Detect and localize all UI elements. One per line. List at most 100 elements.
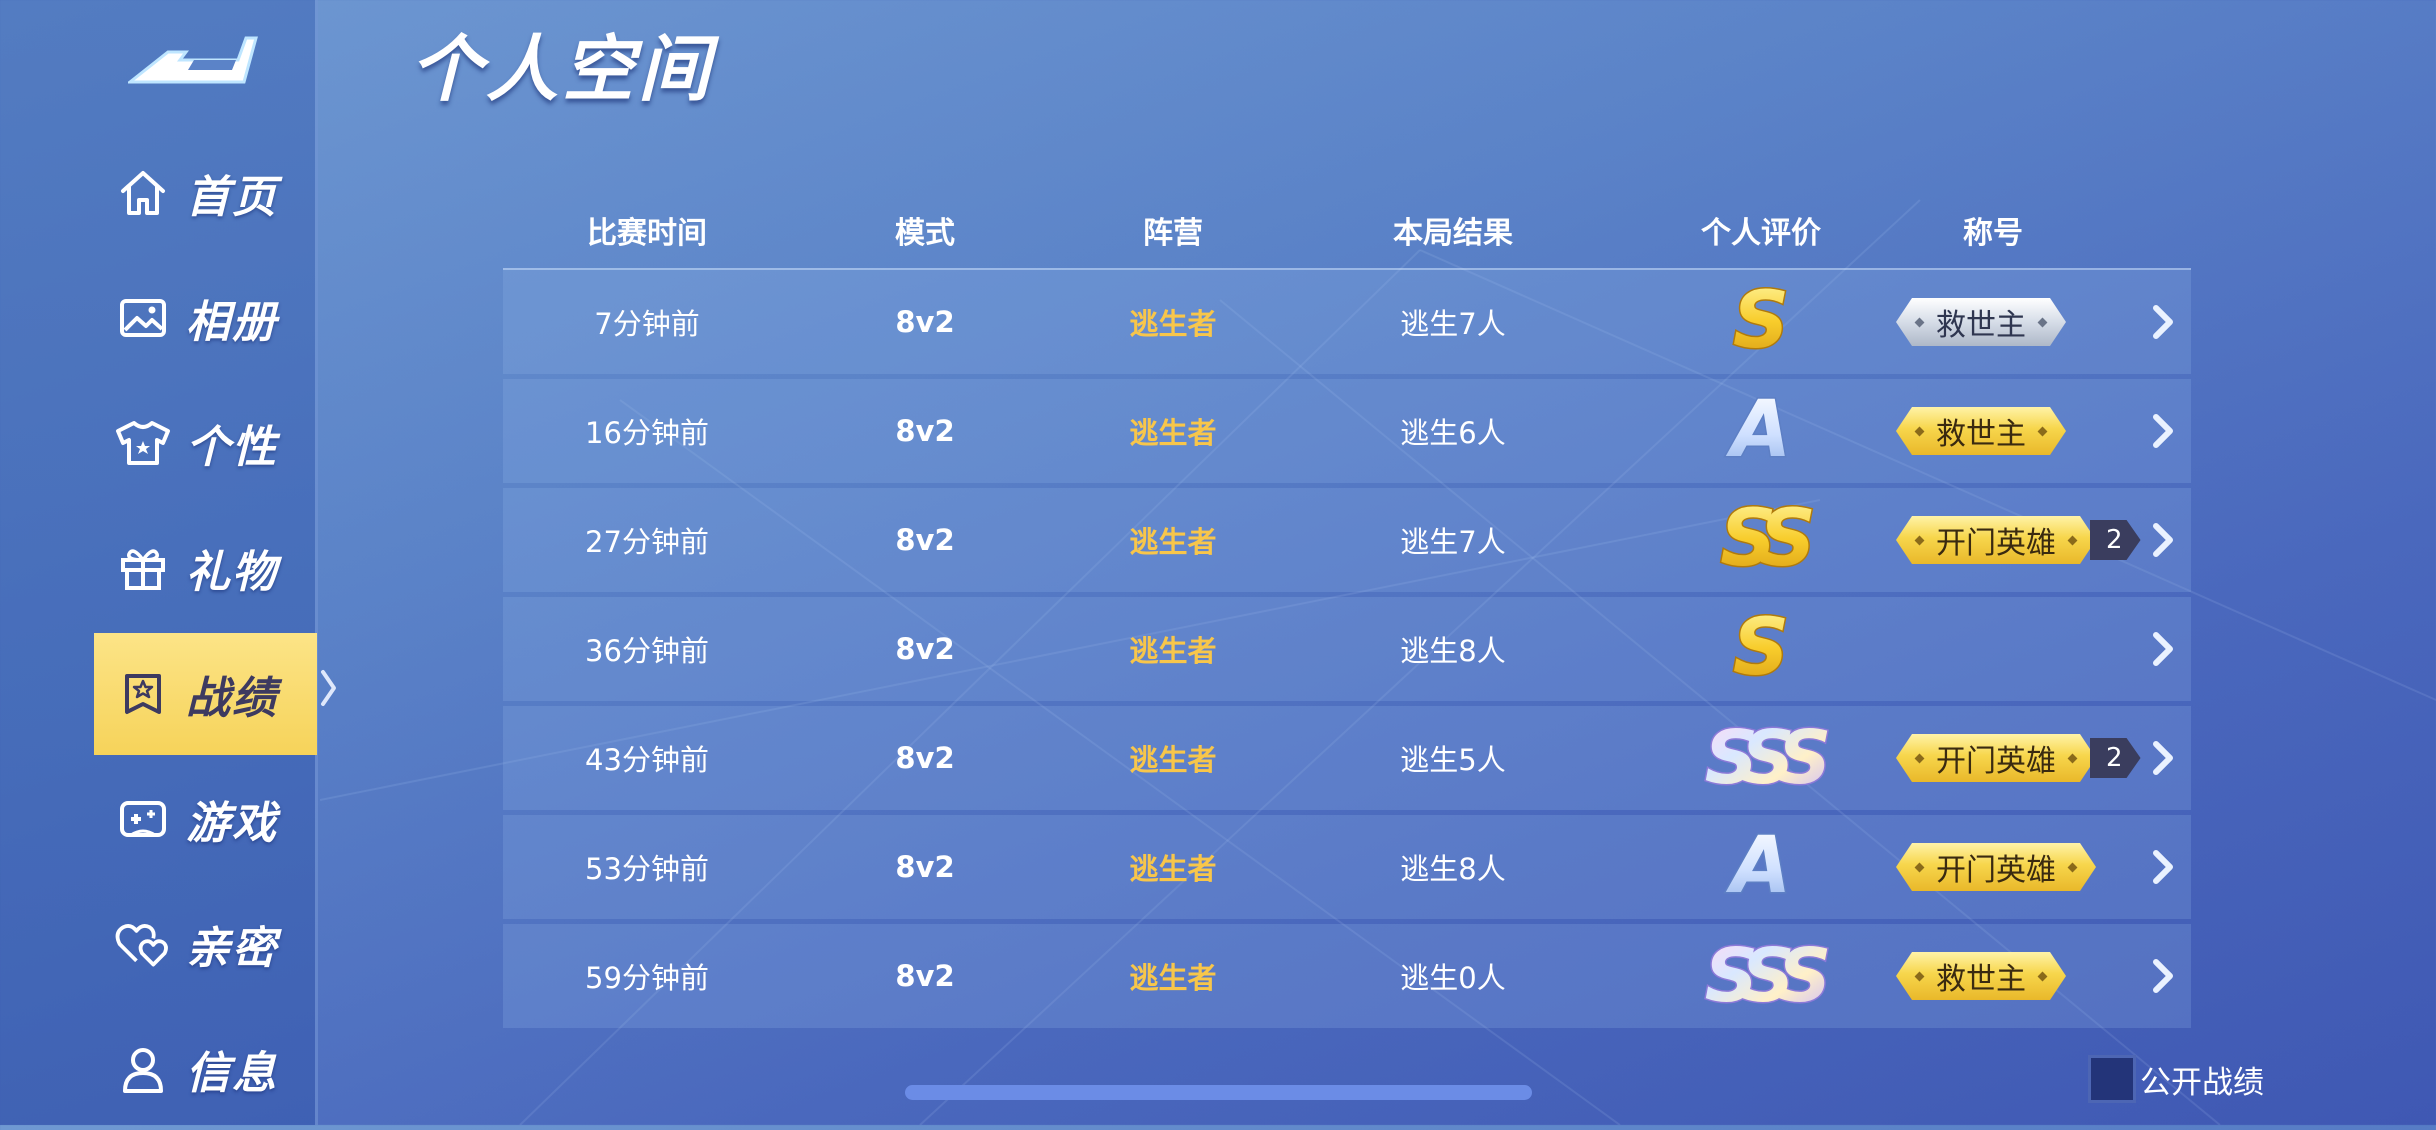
- title-badge: 救世主: [1896, 951, 2066, 1001]
- rating-grade-icon: S: [1721, 275, 1801, 369]
- rating-grade-icon: SSS: [1666, 929, 1856, 1023]
- public-records-toggle[interactable]: 公开战绩: [2088, 1055, 2264, 1103]
- title-badge-label: 救世主: [1896, 407, 2066, 455]
- rating-grade-icon: S: [1721, 602, 1801, 696]
- badge-star-icon: [114, 665, 172, 723]
- public-records-checkbox[interactable]: [2088, 1055, 2136, 1103]
- chevron-right-icon[interactable]: [2148, 302, 2178, 342]
- match-camp: 逃生者: [1129, 525, 1217, 559]
- gamepad-icon: [114, 790, 172, 848]
- table-row[interactable]: 53分钟前 8v2 逃生者 逃生8人 A 开门英雄: [503, 815, 2191, 919]
- table-row[interactable]: 7分钟前 8v2 逃生者 逃生7人 S 救世主: [503, 270, 2191, 374]
- sidebar-item-gift[interactable]: 礼物: [94, 507, 317, 629]
- sidebar-item-records[interactable]: 战绩: [94, 633, 317, 755]
- match-result: 逃生8人: [1400, 634, 1506, 668]
- title-badge: 救世主: [1896, 406, 2066, 456]
- sidebar-item-label: 信息: [186, 1048, 278, 1099]
- sidebar-item-label: 游戏: [186, 798, 278, 849]
- title-badge: 救世主: [1896, 297, 2066, 347]
- chevron-right-icon[interactable]: [2148, 629, 2178, 669]
- match-mode: 8v2: [895, 741, 955, 775]
- match-result: 逃生6人: [1400, 416, 1506, 450]
- chevron-right-icon[interactable]: [2148, 520, 2178, 560]
- title-badge-count: 2: [2090, 520, 2141, 560]
- table-row[interactable]: 43分钟前 8v2 逃生者 逃生5人 SSS 开门英雄 2: [503, 706, 2191, 810]
- rating-grade-icon: A: [1721, 820, 1801, 914]
- sidebar: 首页 相册 个性 礼物 战绩 游戏 亲密 信息: [0, 0, 318, 1125]
- match-camp: 逃生者: [1129, 852, 1217, 886]
- match-camp: 逃生者: [1129, 961, 1217, 995]
- match-time: 59分钟前: [585, 961, 709, 995]
- table-row[interactable]: 27分钟前 8v2 逃生者 逃生7人 SS 开门英雄 2: [503, 488, 2191, 592]
- title-badge-label: 开门英雄: [1896, 516, 2096, 564]
- sidebar-item-home[interactable]: 首页: [94, 132, 317, 254]
- title-badge: 开门英雄: [1896, 842, 2096, 892]
- match-records-table: 比赛时间 模式 阵营 本局结果 个人评价 称号 7分钟前 8v2 逃生者 逃生7…: [503, 190, 2191, 1028]
- sidebar-item-label: 相册: [186, 297, 278, 348]
- match-mode: 8v2: [895, 414, 955, 448]
- header-result: 本局结果: [1393, 216, 1513, 251]
- match-time: 36分钟前: [585, 634, 709, 668]
- match-result: 逃生5人: [1400, 743, 1506, 777]
- match-result: 逃生0人: [1400, 961, 1506, 995]
- horizontal-scrollbar[interactable]: [905, 1085, 1532, 1100]
- match-result: 逃生7人: [1400, 307, 1506, 341]
- chevron-right-icon[interactable]: [2148, 411, 2178, 451]
- sidebar-item-label: 亲密: [186, 923, 278, 974]
- match-result: 逃生7人: [1400, 525, 1506, 559]
- title-badge: 开门英雄 2: [1896, 515, 2141, 565]
- sidebar-item-info[interactable]: 信息: [94, 1008, 317, 1130]
- sidebar-item-intimacy[interactable]: 亲密: [94, 883, 317, 1005]
- match-time: 53分钟前: [585, 852, 709, 886]
- chevron-right-icon[interactable]: [2148, 738, 2178, 778]
- sidebar-item-games[interactable]: 游戏: [94, 758, 317, 880]
- shirt-icon: [114, 414, 172, 472]
- match-camp: 逃生者: [1129, 743, 1217, 777]
- sidebar-item-album[interactable]: 相册: [94, 257, 317, 379]
- svg-text:SS: SS: [1720, 494, 1811, 583]
- sidebar-item-label: 礼物: [186, 547, 278, 598]
- match-mode: 8v2: [895, 523, 955, 557]
- sidebar-item-label: 个性: [186, 422, 278, 473]
- match-camp: 逃生者: [1129, 634, 1217, 668]
- table-body: 7分钟前 8v2 逃生者 逃生7人 S 救世主 16分钟前 8v2 逃生者 逃生…: [503, 270, 2191, 1028]
- match-camp: 逃生者: [1129, 416, 1217, 450]
- title-badge-label: 救世主: [1896, 952, 2066, 1000]
- match-mode: 8v2: [895, 305, 955, 339]
- table-header: 比赛时间 模式 阵营 本局结果 个人评价 称号: [503, 190, 2191, 270]
- header-title: 称号: [1963, 216, 2023, 251]
- match-time: 27分钟前: [585, 525, 709, 559]
- svg-text:A: A: [1725, 385, 1791, 474]
- chevron-right-icon[interactable]: [2148, 956, 2178, 996]
- svg-text:A: A: [1725, 821, 1791, 910]
- header-time: 比赛时间: [587, 216, 707, 251]
- svg-text:S: S: [1733, 603, 1789, 692]
- logo-icon: [128, 36, 258, 84]
- rating-grade-icon: A: [1721, 384, 1801, 478]
- title-badge-count: 2: [2090, 738, 2141, 778]
- match-mode: 8v2: [895, 632, 955, 666]
- public-records-label: 公开战绩: [2140, 1064, 2264, 1101]
- image-icon: [114, 289, 172, 347]
- title-badge-label: 开门英雄: [1896, 734, 2096, 782]
- chevron-right-icon: [321, 670, 336, 706]
- match-time: 16分钟前: [585, 416, 709, 450]
- table-row[interactable]: 59分钟前 8v2 逃生者 逃生0人 SSS 救世主: [503, 924, 2191, 1028]
- gift-icon: [114, 539, 172, 597]
- title-badge: 开门英雄 2: [1896, 733, 2141, 783]
- sidebar-item-style[interactable]: 个性: [94, 382, 317, 504]
- rating-grade-icon: SSS: [1666, 711, 1856, 805]
- chevron-right-icon[interactable]: [2148, 847, 2178, 887]
- header-rating: 个人评价: [1701, 216, 1821, 251]
- sidebar-item-label: 战绩: [186, 673, 278, 724]
- title-badge-label: 救世主: [1896, 298, 2066, 346]
- match-mode: 8v2: [895, 959, 955, 993]
- page-title: 个人空间: [410, 27, 715, 111]
- user-icon: [114, 1040, 172, 1098]
- table-row[interactable]: 36分钟前 8v2 逃生者 逃生8人 S: [503, 597, 2191, 701]
- match-mode: 8v2: [895, 850, 955, 884]
- table-row[interactable]: 16分钟前 8v2 逃生者 逃生6人 A 救世主: [503, 379, 2191, 483]
- match-time: 43分钟前: [585, 743, 709, 777]
- svg-text:SSS: SSS: [1705, 715, 1828, 801]
- rating-grade-icon: SS: [1701, 493, 1827, 587]
